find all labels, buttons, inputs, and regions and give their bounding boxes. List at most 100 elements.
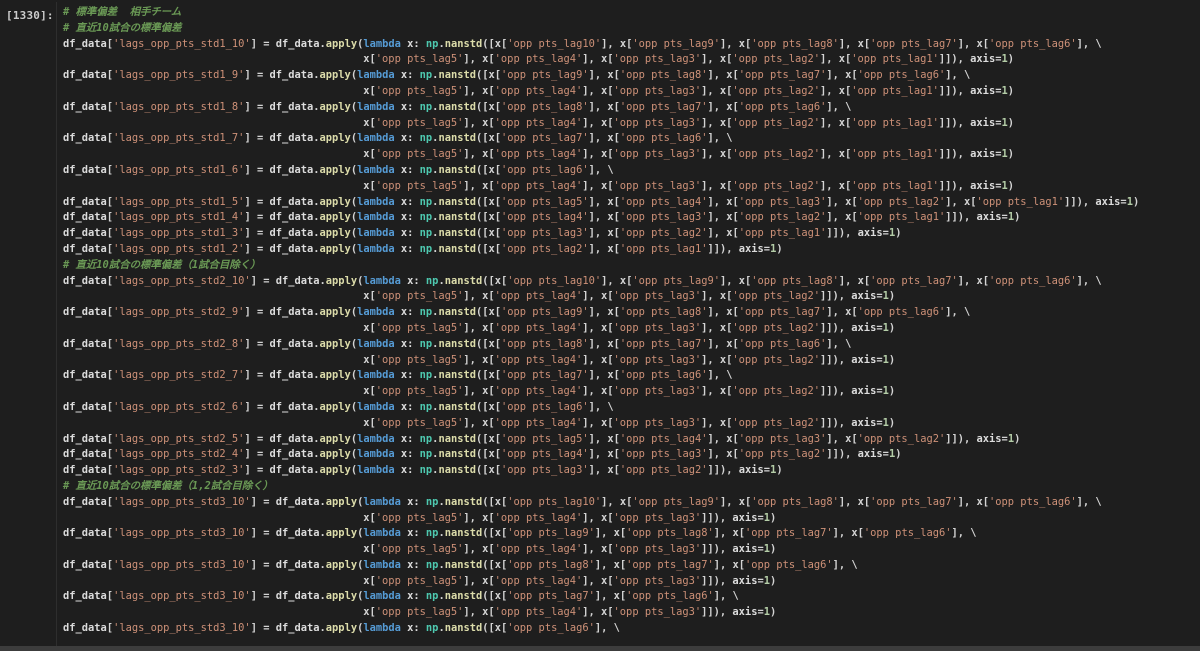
code-token: ], \ (713, 590, 739, 603)
code-token: 'lags_opp_pts_std1_2' (113, 242, 245, 255)
code-token: ], x[ (720, 495, 752, 508)
code-token: 'opp pts_lag2' (732, 148, 821, 161)
code-token: axis (976, 432, 1002, 445)
horizontal-scrollbar[interactable] (0, 646, 1200, 651)
code-line: x['opp pts_lag5'], x['opp pts_lag4'], x[… (63, 605, 1199, 621)
code-token: 'opp pts_lag4' (494, 606, 583, 619)
code-line: df_data['lags_opp_pts_std3_10'] = df_dat… (63, 526, 1199, 542)
code-token: np (425, 622, 439, 635)
code-token: 'opp pts_lag3' (613, 321, 702, 334)
code-token: ] = (244, 69, 270, 82)
code-token: ([x[ (482, 558, 508, 571)
code-token: ]]), (945, 432, 977, 445)
code-token: ], x[ (707, 69, 739, 82)
code-token: x: (400, 558, 426, 571)
code-token: ] = (250, 558, 276, 571)
code-token: 'opp pts_lag10' (507, 495, 602, 508)
code-token: 'opp pts_lag1' (851, 148, 939, 161)
code-token: df_data (269, 337, 314, 350)
code-token: nanstd (438, 163, 476, 176)
code-token: apply (319, 227, 351, 240)
code-token: ([x[ (475, 464, 502, 477)
code-token: df_data (63, 69, 107, 82)
code-token: df_data (269, 195, 314, 208)
code-token: apply (319, 400, 351, 413)
code-token: axis (732, 574, 758, 587)
code-token: ]]), (938, 53, 971, 66)
code-token: x: (394, 100, 420, 113)
code-token: df_data (275, 590, 320, 603)
code-token: axis (970, 84, 996, 97)
code-token: ], x[ (707, 448, 739, 461)
code-token: ) (1132, 195, 1140, 208)
code-token: 'opp pts_lag7' (501, 132, 589, 145)
code-token: x[ (63, 53, 376, 66)
code-token: ] = (244, 227, 270, 240)
code-token: 'opp pts_lag2' (732, 353, 821, 366)
code-token: np (419, 242, 433, 255)
code-token: apply (319, 306, 351, 319)
code-token: x: (394, 211, 420, 224)
code-line: x['opp pts_lag5'], x['opp pts_lag4'], x[… (63, 511, 1199, 527)
code-token: 'opp pts_lag5' (375, 321, 464, 334)
code-token: apply (319, 369, 351, 382)
code-token: np (425, 495, 439, 508)
code-token: ], \ (945, 306, 971, 319)
code-token: df_data (269, 400, 314, 413)
code-token: ], x[ (820, 84, 852, 97)
code-token: ], x[ (588, 369, 620, 382)
code-editor[interactable]: # 標準偏差 相手チーム # 直近10試合の標準偏差 df_data['lags_o… (63, 5, 1199, 637)
code-token: np (419, 337, 433, 350)
code-token: ) (895, 227, 902, 240)
code-line: df_data['lags_opp_pts_std1_6'] = df_data… (63, 163, 1199, 179)
code-token: 'opp pts_lag9' (632, 37, 720, 50)
code-token: ], x[ (701, 353, 733, 366)
code-token: ] = (244, 464, 270, 477)
code-cell[interactable]: # 標準偏差 相手チーム # 直近10試合の標準偏差 df_data['lags_o… (56, 2, 1199, 646)
code-token: ], \ (588, 163, 614, 176)
code-token: np (419, 132, 433, 145)
code-line: x['opp pts_lag5'], x['opp pts_lag4'], x[… (63, 52, 1199, 68)
code-token: ], \ (707, 369, 733, 382)
code-token: ] = (244, 337, 270, 350)
code-token: 'opp pts_lag3' (613, 148, 702, 161)
code-token: df_data (63, 590, 107, 603)
code-token: np (419, 432, 433, 445)
code-token: 'lags_opp_pts_std2_8' (113, 337, 245, 350)
code-token: ([x[ (482, 590, 508, 603)
code-line: x['opp pts_lag5'], x['opp pts_lag4'], x[… (63, 84, 1199, 100)
code-token: ], x[ (463, 321, 495, 334)
code-token: ], x[ (588, 211, 620, 224)
code-token: 'opp pts_lag8' (619, 69, 708, 82)
code-token: 'opp pts_lag5' (375, 53, 464, 66)
code-token: ], x[ (707, 100, 739, 113)
code-token: df_data (63, 227, 107, 240)
code-token: 'opp pts_lag5' (375, 543, 464, 556)
code-line: df_data['lags_opp_pts_std1_3'] = df_data… (63, 226, 1199, 242)
code-line: x['opp pts_lag5'], x['opp pts_lag4'], x[… (63, 353, 1199, 369)
code-token: ], \ (588, 400, 614, 413)
code-token: 'opp pts_lag3' (613, 543, 702, 556)
code-token: 'opp pts_lag5' (501, 195, 589, 208)
code-token: np (425, 274, 439, 287)
code-token: 'opp pts_lag3' (613, 290, 702, 303)
code-token: 'opp pts_lag3' (613, 116, 702, 129)
code-token: axis (970, 179, 996, 192)
code-token: 'opp pts_lag3' (738, 195, 827, 208)
code-token: ([x[ (475, 448, 502, 461)
code-token: ] = (244, 448, 270, 461)
code-token: ], x[ (945, 195, 977, 208)
code-token: ] = (250, 37, 276, 50)
code-token: ], x[ (582, 148, 614, 161)
code-token: 'opp pts_lag4' (619, 432, 708, 445)
code-token: x[ (63, 290, 376, 303)
code-token: nanstd (438, 369, 476, 382)
code-token: 'opp pts_lag4' (494, 290, 583, 303)
code-token: ], x[ (463, 385, 495, 398)
code-token: ]]), (707, 464, 739, 477)
code-line: df_data['lags_opp_pts_std2_6'] = df_data… (63, 400, 1199, 416)
code-token: axis (732, 543, 758, 556)
code-token: # 直近10試合の標準偏差（1,2試合目除く） (63, 479, 274, 492)
code-line: df_data['lags_opp_pts_std2_10'] = df_dat… (63, 274, 1199, 290)
code-token: ], x[ (826, 195, 858, 208)
